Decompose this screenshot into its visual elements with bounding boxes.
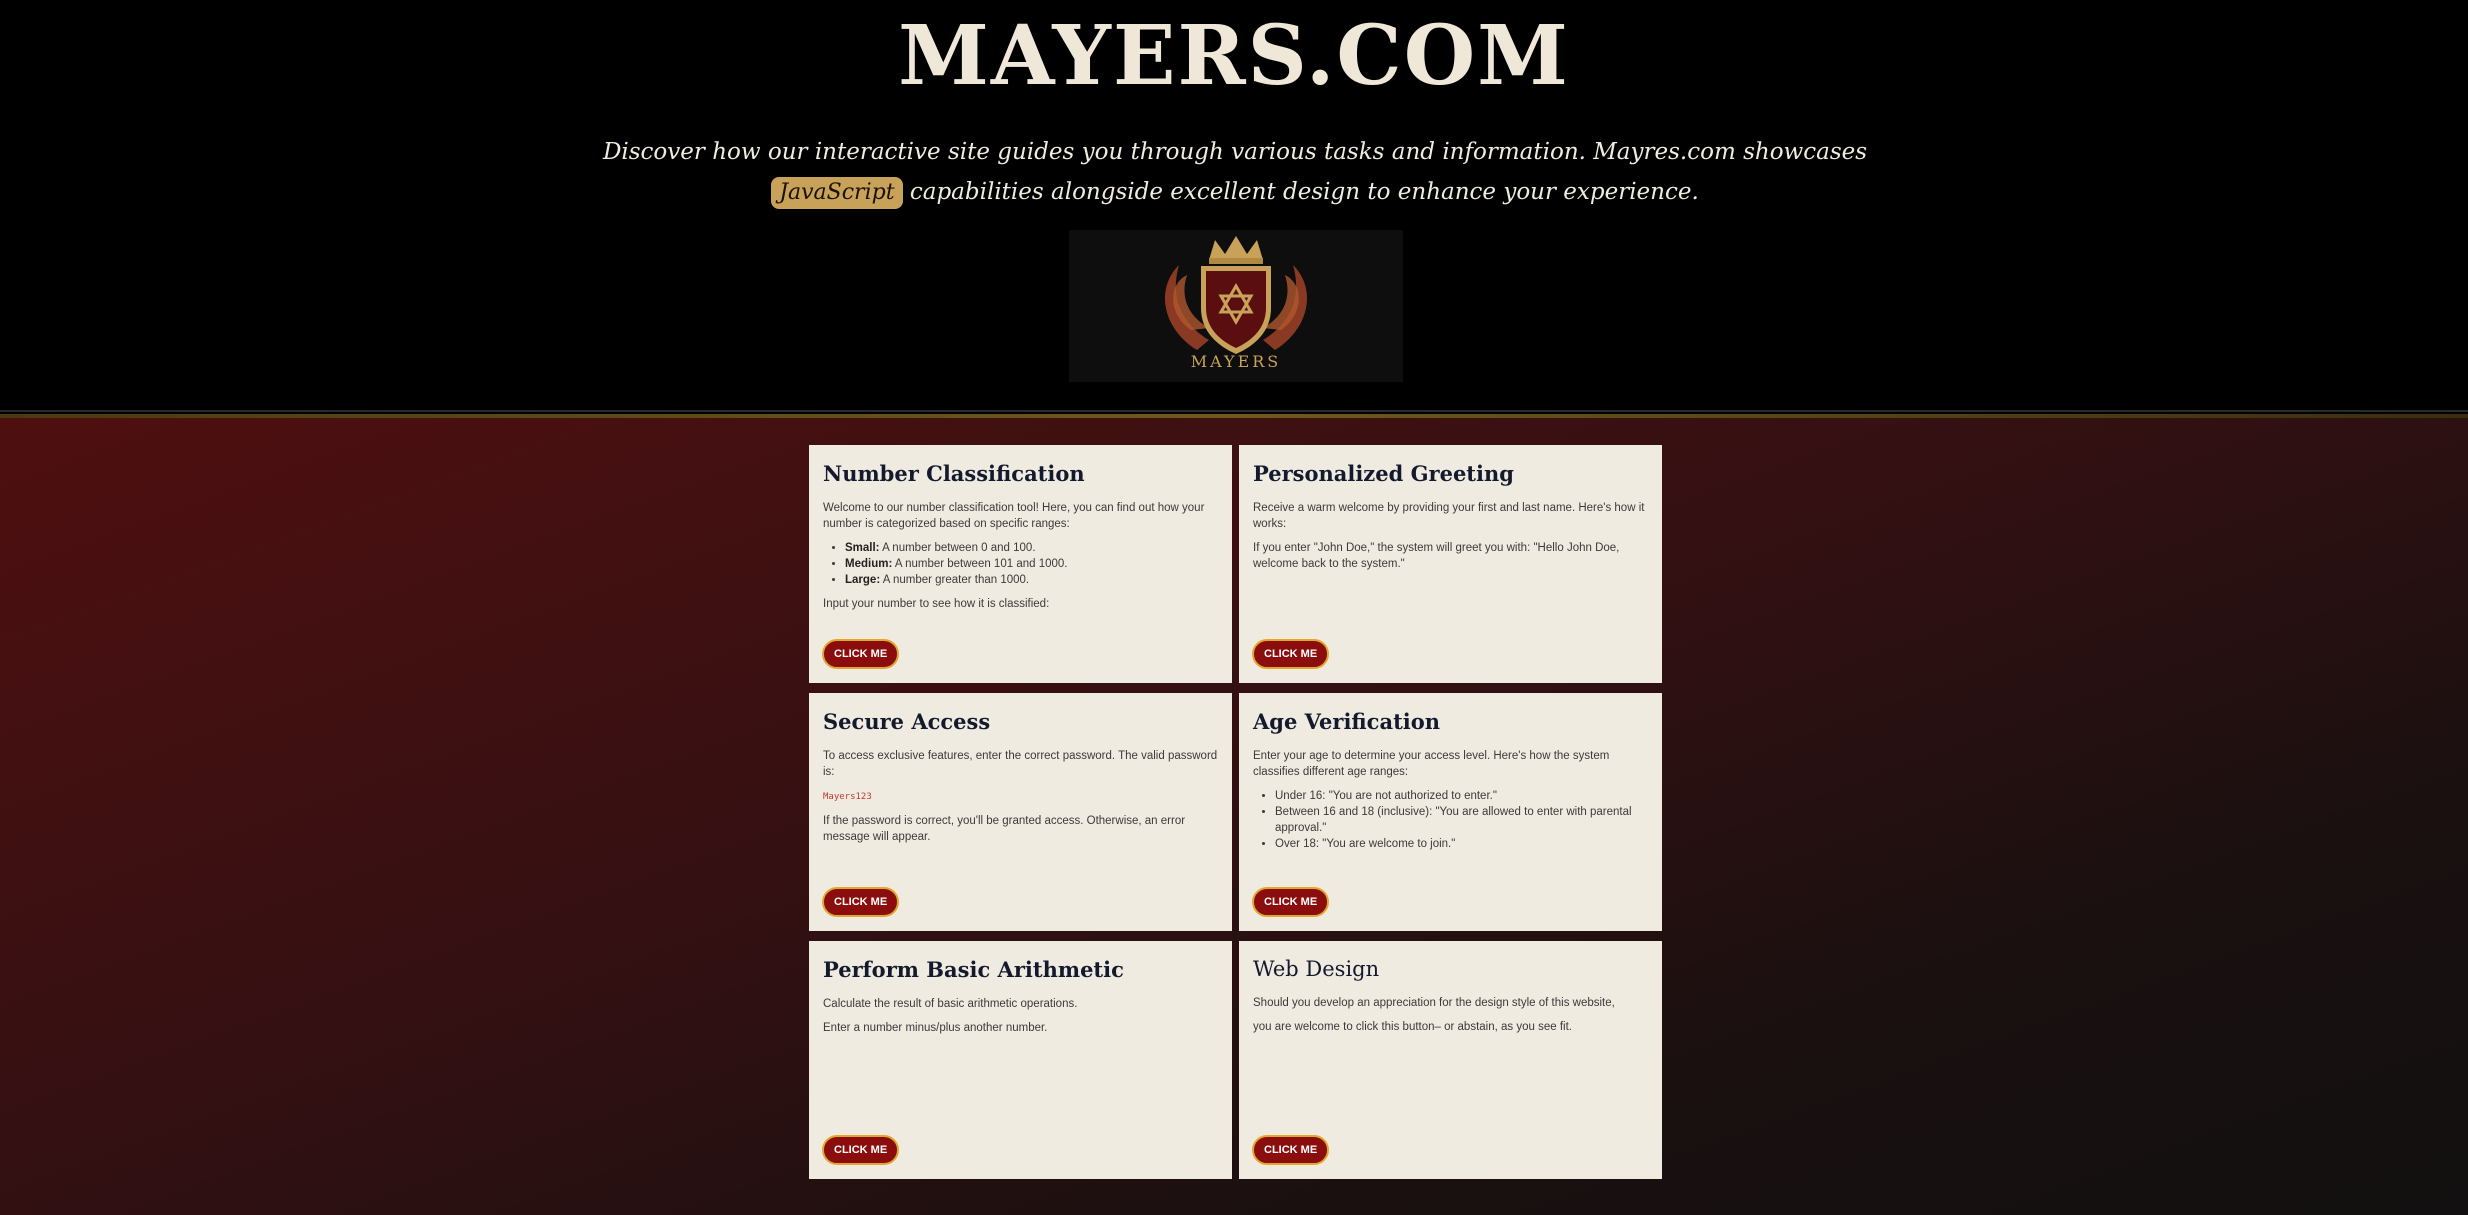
age-range-list: Under 16: "You are not authorized to ent…	[1253, 788, 1648, 852]
card-title: Number Classification	[823, 461, 1085, 486]
card-intro: Welcome to our number classification too…	[823, 502, 1205, 530]
item-label: Small:	[845, 542, 880, 554]
card-title: Web Design	[1253, 957, 1380, 981]
greeting-button[interactable]: CLICK ME	[1252, 639, 1330, 669]
card-text: you are welcome to click this button– or…	[1253, 1021, 1572, 1033]
card-personalized-greeting: Personalized Greeting Receive a warm wel…	[1239, 445, 1662, 683]
card-text: If the password is correct, you'll be gr…	[823, 815, 1186, 843]
site-title: MAYERS.COM	[898, 8, 1570, 104]
card-age-verification: Age Verification Enter your age to deter…	[1239, 693, 1662, 931]
card-secure-access: Secure Access To access exclusive featur…	[809, 693, 1232, 931]
number-classification-button[interactable]: CLICK ME	[822, 639, 900, 669]
web-design-button[interactable]: CLICK ME	[1252, 1135, 1330, 1165]
item-text: A number between 0 and 100.	[882, 542, 1036, 554]
card-basic-arithmetic: Perform Basic Arithmetic Calculate the r…	[809, 941, 1232, 1179]
logo-text: MAYERS	[1190, 352, 1282, 371]
card-text: Enter your age to determine your access …	[1253, 750, 1610, 778]
card-text: Enter a number minus/plus another number…	[823, 1022, 1048, 1034]
card-text: Receive a warm welcome by providing your…	[1253, 502, 1645, 530]
tagline-text-end: capabilities alongside excellent design …	[909, 179, 1699, 205]
range-list: Small: A number between 0 and 100. Mediu…	[823, 540, 1218, 588]
list-item: Under 16: "You are not authorized to ent…	[1275, 788, 1648, 804]
password-code: Mayers123	[823, 792, 872, 802]
card-title: Perform Basic Arithmetic	[823, 957, 1124, 982]
list-item: Small: A number between 0 and 100.	[845, 540, 1218, 556]
list-item: Medium: A number between 101 and 1000.	[845, 556, 1218, 572]
password-hint: Mayers123	[823, 788, 1218, 805]
card-text: To access exclusive features, enter the …	[823, 750, 1218, 778]
list-item: Large: A number greater than 1000.	[845, 572, 1218, 588]
age-verification-button[interactable]: CLICK ME	[1252, 887, 1330, 917]
main-content: Number Classification Welcome to our num…	[0, 418, 2468, 1215]
card-text: Should you develop an appreciation for t…	[1253, 997, 1615, 1009]
item-text: A number between 101 and 1000.	[894, 558, 1068, 570]
tagline-text-start: Discover how our interactive site guides…	[602, 139, 1868, 165]
item-label: Large:	[845, 574, 881, 586]
tagline: Discover how our interactive site guides…	[600, 132, 1870, 212]
item-text: A number greater than 1000.	[882, 574, 1030, 586]
site-header: MAYERS.COM Discover how our interactive …	[0, 0, 2468, 412]
list-item: Over 18: "You are welcome to join."	[1275, 836, 1648, 852]
card-title: Age Verification	[1253, 709, 1441, 734]
card-grid: Number Classification Welcome to our num…	[809, 445, 1663, 1179]
arithmetic-button[interactable]: CLICK ME	[822, 1135, 900, 1165]
card-title: Personalized Greeting	[1253, 461, 1514, 486]
card-text: If you enter "John Doe," the system will…	[1253, 542, 1620, 570]
logo: MAYERS	[1069, 230, 1403, 382]
card-web-design: Web Design Should you develop an appreci…	[1239, 941, 1662, 1179]
javascript-highlight: JavaScript	[771, 177, 903, 209]
card-title: Secure Access	[823, 709, 991, 734]
card-number-classification: Number Classification Welcome to our num…	[809, 445, 1232, 683]
list-item: Between 16 and 18 (inclusive): "You are …	[1275, 804, 1648, 836]
card-outro: Input your number to see how it is class…	[823, 598, 1050, 610]
item-label: Medium:	[845, 558, 893, 570]
card-text: Calculate the result of basic arithmetic…	[823, 998, 1078, 1010]
secure-access-button[interactable]: CLICK ME	[822, 887, 900, 917]
